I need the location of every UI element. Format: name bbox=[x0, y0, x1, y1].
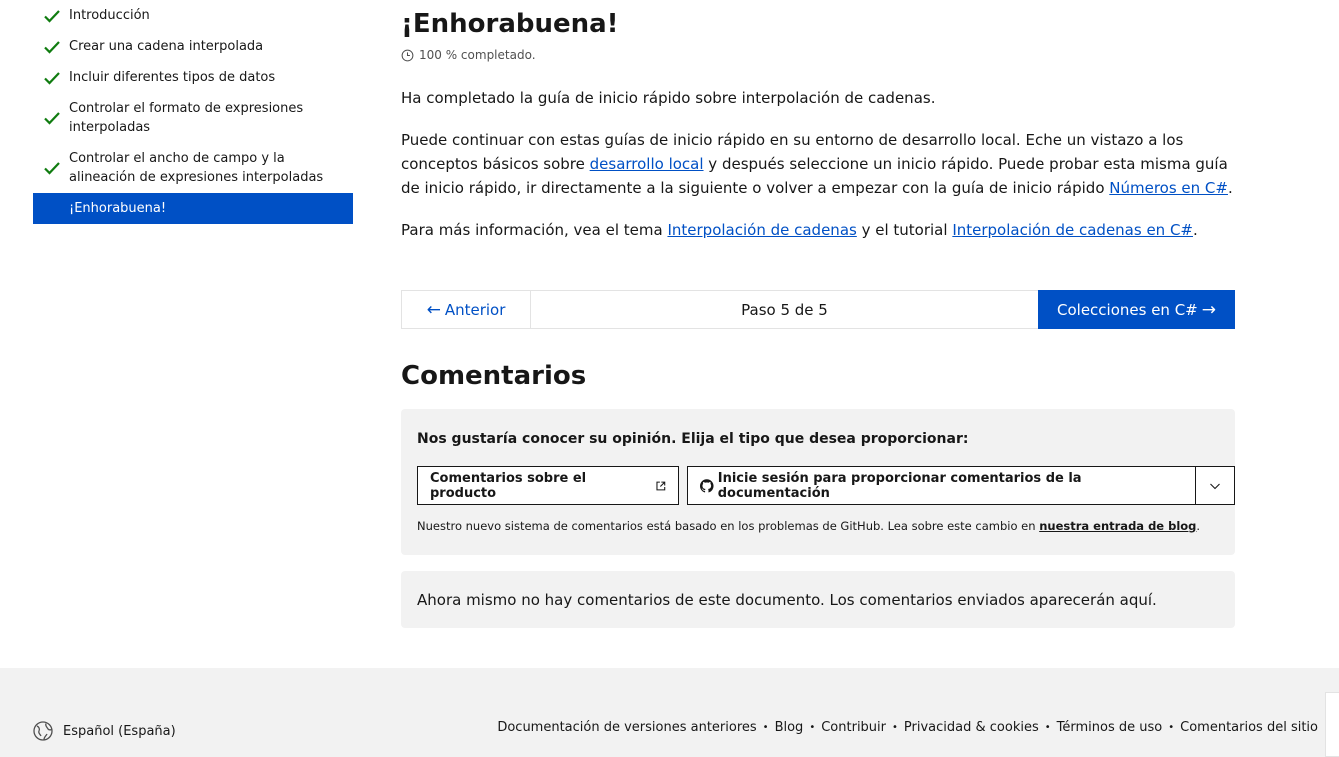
previous-button[interactable]: ← Anterior bbox=[401, 290, 531, 329]
sidebar-item-formato[interactable]: Controlar el formato de expresiones inte… bbox=[33, 93, 353, 143]
checkmark-icon bbox=[44, 40, 60, 54]
separator-dot: • bbox=[762, 722, 769, 733]
feedback-note: Nuestro nuevo sistema de comentarios est… bbox=[417, 519, 1200, 533]
tutorial-sidebar: Introducción Crear una cadena interpolad… bbox=[33, 0, 353, 224]
next-button[interactable]: Colecciones en C# → bbox=[1038, 290, 1235, 329]
chevron-down-icon bbox=[1210, 483, 1220, 489]
checkmark-icon bbox=[44, 162, 60, 175]
no-comments-message: Ahora mismo no hay comentarios de este d… bbox=[401, 571, 1235, 628]
next-button-label: Colecciones en C# bbox=[1057, 300, 1198, 319]
footer-link-blog[interactable]: Blog bbox=[775, 720, 804, 735]
link-numeros-csharp[interactable]: Números en C# bbox=[1109, 179, 1228, 197]
footer: Español (España) Documentación de versio… bbox=[0, 668, 1339, 757]
page-title: ¡Enhorabuena! bbox=[401, 9, 619, 39]
link-desarrollo-local[interactable]: desarrollo local bbox=[590, 155, 704, 173]
feedback-dropdown-toggle[interactable] bbox=[1196, 466, 1236, 505]
sidebar-item-enhorabuena[interactable]: ¡Enhorabuena! bbox=[33, 193, 353, 224]
sidebar-item-crear-cadena[interactable]: Crear una cadena interpolada bbox=[33, 31, 353, 62]
separator-dot: • bbox=[892, 722, 898, 733]
sidebar-item-label: Introducción bbox=[69, 8, 150, 23]
sidebar-item-label: Incluir diferentes tipos de datos bbox=[69, 70, 276, 85]
product-feedback-label: Comentarios sobre el producto bbox=[430, 470, 587, 501]
edge-tab bbox=[1325, 692, 1339, 757]
paragraph-more-info: Para más información, vea el tema Interp… bbox=[401, 218, 1235, 242]
paragraph-text: Para más información, vea el tema bbox=[401, 221, 668, 239]
separator-dot: • bbox=[1168, 722, 1175, 733]
paragraph-text: y el tutorial bbox=[856, 221, 953, 239]
paragraph-completed: Ha completado la guía de inicio rápido s… bbox=[401, 89, 936, 107]
sidebar-item-introduccion[interactable]: Introducción bbox=[33, 0, 353, 31]
progress-text: 100 % completado. bbox=[419, 48, 536, 62]
globe-icon bbox=[33, 721, 53, 741]
locale-selector[interactable]: Español (España) bbox=[33, 721, 176, 741]
sidebar-item-tipos-datos[interactable]: Incluir diferentes tipos de datos bbox=[33, 62, 353, 93]
feedback-note-end: . bbox=[1196, 519, 1201, 533]
sidebar-item-label: ¡Enhorabuena! bbox=[69, 201, 167, 216]
footer-link-site-feedback[interactable]: Comentarios del sitio bbox=[1180, 720, 1318, 735]
footer-link-terms[interactable]: Términos de uso bbox=[1057, 720, 1163, 735]
paragraph-text: . bbox=[1193, 221, 1198, 239]
clock-icon bbox=[401, 49, 414, 61]
paragraph-text: . bbox=[1227, 179, 1233, 197]
sidebar-item-label: Controlar el ancho de campo y la alineac… bbox=[69, 151, 324, 185]
blog-post-link[interactable]: nuestra entrada de blog bbox=[1039, 519, 1196, 533]
github-icon bbox=[700, 478, 714, 492]
checkmark-icon bbox=[44, 9, 60, 23]
footer-link-privacy[interactable]: Privacidad & cookies bbox=[904, 720, 1039, 735]
footer-link-previous-versions[interactable]: Documentación de versiones anteriores bbox=[497, 720, 756, 735]
checkmark-icon bbox=[44, 112, 60, 125]
feedback-buttons: Comentarios sobre el producto Inicie ses… bbox=[417, 466, 1236, 505]
feedback-note-text: Nuestro nuevo sistema de comentarios est… bbox=[417, 519, 1040, 533]
feedback-panel: Nos gustaría conocer su opinión. Elija e… bbox=[401, 409, 1236, 555]
external-link-icon bbox=[656, 481, 666, 490]
link-tutorial-interpolacion[interactable]: Interpolación de cadenas en C# bbox=[952, 221, 1193, 239]
previous-button-label: Anterior bbox=[444, 300, 506, 319]
arrow-left-icon: ← bbox=[426, 299, 441, 320]
locale-label: Español (España) bbox=[63, 723, 176, 739]
link-interpolacion-cadenas[interactable]: Interpolación de cadenas bbox=[667, 221, 856, 239]
footer-link-contribute[interactable]: Contribuir bbox=[821, 720, 886, 735]
sidebar-item-label: Crear una cadena interpolada bbox=[69, 39, 264, 54]
progress-indicator: 100 % completado. bbox=[401, 48, 536, 62]
docs-feedback-signin-button[interactable]: Inicie sesión para proporcionar comentar… bbox=[687, 466, 1197, 505]
comments-section-title: Comentarios bbox=[401, 361, 587, 391]
arrow-right-icon: → bbox=[1201, 299, 1216, 320]
product-feedback-button[interactable]: Comentarios sobre el producto bbox=[417, 466, 680, 505]
paragraph-continue: Puede continuar con estas guías de inici… bbox=[401, 128, 1235, 200]
checkmark-icon bbox=[44, 71, 60, 85]
separator-dot: • bbox=[809, 722, 816, 733]
footer-links: Documentación de versiones anteriores • … bbox=[497, 720, 1318, 735]
feedback-heading: Nos gustaría conocer su opinión. Elija e… bbox=[417, 431, 969, 447]
step-navigation: ← Anterior Paso 5 de 5 Colecciones en C#… bbox=[401, 290, 1235, 329]
sidebar-item-ancho-campo[interactable]: Controlar el ancho de campo y la alineac… bbox=[33, 143, 353, 193]
docs-feedback-label: Inicie sesión para proporcionar comentar… bbox=[717, 470, 1082, 501]
sidebar-item-label: Controlar el formato de expresiones inte… bbox=[69, 101, 304, 135]
step-counter: Paso 5 de 5 bbox=[531, 290, 1038, 329]
separator-dot: • bbox=[1044, 722, 1051, 733]
